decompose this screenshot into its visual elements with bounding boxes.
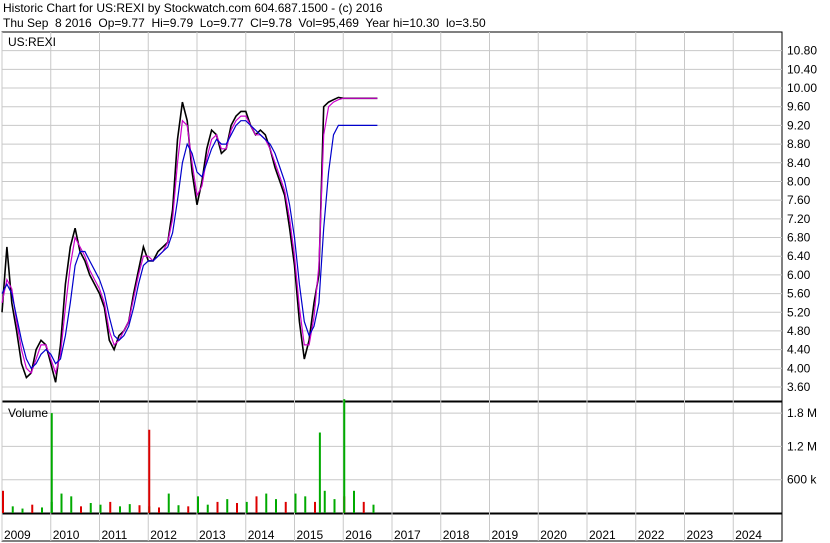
volume-bar [206,504,209,513]
year-tick-label: 2017 [394,528,421,542]
year-tick-label: 2024 [735,528,762,542]
price-tick-label: 3.60 [787,380,811,394]
year-tick-label: 2023 [687,528,714,542]
year-tick-label: 2020 [540,528,567,542]
price-tick-label: 10.80 [787,44,817,58]
volume-bar [284,501,287,513]
year-tick-label: 2022 [638,528,665,542]
volume-bar [343,399,346,513]
volume-bar [265,493,268,513]
year-tick-label: 2012 [150,528,177,542]
year-tick-label: 2018 [443,528,470,542]
volume-bar [294,493,297,513]
volume-bar [318,432,321,513]
stock-chart: 10.80 10.40 10.00 9.60 9.20 8.80 8.40 8.00 7.60 7… [1,31,817,542]
volume-bar [304,496,307,513]
year-tick-label: 2015 [297,528,324,542]
volume-bar [70,496,73,513]
volume-bar [80,506,82,513]
volume-bar [236,503,238,513]
volume-bar [158,507,160,513]
volume-bar [60,493,63,513]
year-tick-label: 2013 [199,528,226,542]
volume-bar [41,507,43,513]
volume-tick-label: 600 k [787,473,817,487]
volume-bar [255,496,258,513]
volume-bar [99,504,102,513]
price-tick-label: 4.00 [787,361,811,375]
price-tick-label: 5.20 [787,305,811,319]
price-tick-label: 4.80 [787,324,811,338]
chart-header-title: Historic Chart for US:REXI by Stockwatch… [3,1,383,15]
volume-bar [11,506,14,513]
price-tick-label: 10.40 [787,62,817,76]
price-y-axis: 10.80 10.40 10.00 9.60 9.20 8.80 8.40 8.00 7.60 7… [787,44,817,394]
volume-bar [216,501,219,513]
volume-bar [31,504,34,513]
volume-bar [275,499,277,513]
volume-bar [323,490,326,513]
price-tick-label: 6.00 [787,268,811,282]
chart-header-quote: Thu Sep 8 2016 Op=9.77 Hi=9.79 Lo=9.77 C… [3,16,486,30]
volume-bar [138,505,141,513]
volume-bar [362,501,365,513]
volume-bar [353,490,355,513]
volume-bar [2,490,4,513]
price-tick-label: 10.00 [787,81,817,95]
year-tick-label: 2014 [248,528,275,542]
price-tick-label: 7.60 [787,193,811,207]
year-tick-label: 2011 [102,528,128,542]
price-tick-label: 4.40 [787,343,811,357]
year-tick-label: 2010 [53,528,80,542]
volume-bar [50,413,53,513]
price-tick-label: 6.40 [787,249,811,263]
volume-tick-label: 1.8 M [787,406,817,420]
volume-bar [187,506,190,513]
volume-bar [148,429,151,513]
price-tick-label: 5.60 [787,287,811,301]
volume-bar [119,506,121,513]
volume-panel-title: Volume [8,406,48,420]
price-tick-label: 8.40 [787,156,811,170]
year-tick-label: 2009 [4,528,31,542]
volume-bar [197,496,199,513]
price-tick-label: 8.00 [787,174,811,188]
year-tick-label: 2019 [492,528,519,542]
volume-bar [226,499,229,513]
volume-bar [314,501,316,513]
volume-bar [109,501,112,513]
volume-bar [167,493,170,513]
volume-bar [177,505,180,513]
year-tick-label: 2021 [589,528,616,542]
volume-bar [333,499,336,513]
price-tick-label: 9.60 [787,100,811,114]
price-tick-label: 7.20 [787,212,811,226]
volume-bar [245,501,248,513]
year-tick-label: 2016 [345,528,372,542]
price-tick-label: 8.80 [787,137,811,151]
volume-bar [128,504,131,513]
volume-y-axis: 1.8 M 1.2 M 600 k [787,406,817,487]
price-tick-label: 9.20 [787,118,811,132]
volume-tick-label: 1.2 M [787,439,817,453]
price-panel-title: US:REXI [8,35,56,49]
price-tick-label: 6.80 [787,231,811,245]
volume-bar [89,503,92,513]
volume-bar [21,508,24,513]
volume-bar [372,504,375,513]
